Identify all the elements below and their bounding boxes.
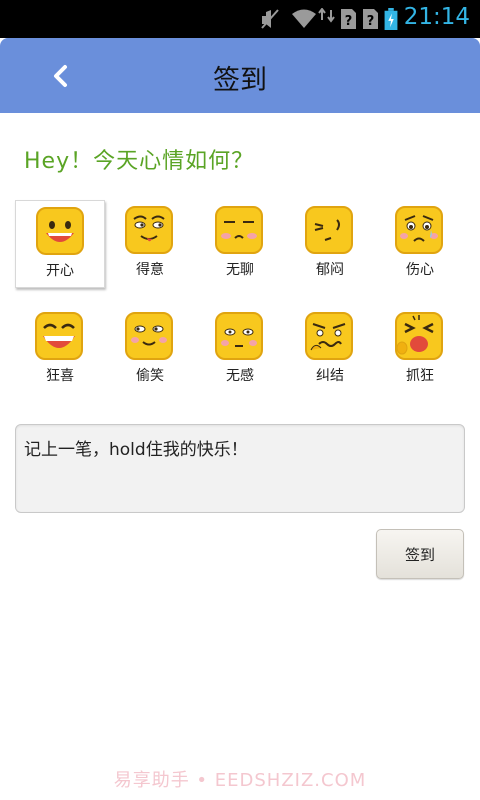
mood-option-snicker[interactable]: 偷笑 [105,306,195,394]
mood-label: 无聊 [226,262,254,278]
conflicted-face-icon [305,312,353,360]
svg-text:?: ? [367,14,375,29]
battery-charging-icon [384,8,398,30]
mood-option-gloomy[interactable]: 郁闷 [285,200,375,288]
mood-label: 开心 [46,263,74,279]
data-transfer-icon [318,8,335,23]
sad-face-icon [395,206,443,254]
no-sim-icon: ? [341,9,356,29]
clock: 21:14 [403,4,470,30]
check-in-button[interactable]: 签到 [376,529,464,579]
mood-option-bored[interactable]: 无聊 [195,200,285,288]
mood-option-happy[interactable]: 开心 [15,200,105,288]
gloomy-face-icon [305,206,353,254]
mood-label: 狂喜 [46,368,74,384]
mood-label: 无感 [226,368,254,384]
watermark: 易享助手 • EEDSHZIZ.COM [113,770,367,791]
header-bar: 签到 [0,38,480,113]
page-title: 签到 [213,65,267,96]
frantic-face-icon [395,312,443,360]
mood-option-ecstatic[interactable]: 狂喜 [15,306,105,394]
indifferent-face-icon [215,312,263,360]
mood-label: 纠结 [316,368,344,384]
mood-label: 伤心 [406,262,434,278]
wifi-icon [292,9,316,28]
bored-face-icon [215,206,263,254]
status-bar: ? ? 21:14 [0,0,480,38]
happy-face-icon [36,207,84,255]
no-sim-icon: ? [363,9,378,29]
snicker-face-icon [125,312,173,360]
mood-label: 偷笑 [136,368,164,384]
note-input[interactable] [15,424,465,513]
mute-icon [261,9,279,29]
mood-label: 抓狂 [406,368,434,384]
mood-option-conflicted[interactable]: 纠结 [285,306,375,394]
svg-text:?: ? [345,14,353,29]
mood-label: 得意 [136,262,164,278]
mood-label: 郁闷 [316,262,344,278]
mood-option-sad[interactable]: 伤心 [375,200,465,288]
ecstatic-face-icon [35,312,83,360]
mood-option-frantic[interactable]: 抓狂 [375,306,465,394]
mood-option-indifferent[interactable]: 无感 [195,306,285,394]
mood-option-smug[interactable]: 得意 [105,200,195,288]
greeting-text: Hey！今天心情如何？ [24,149,255,174]
smug-face-icon [125,206,173,254]
